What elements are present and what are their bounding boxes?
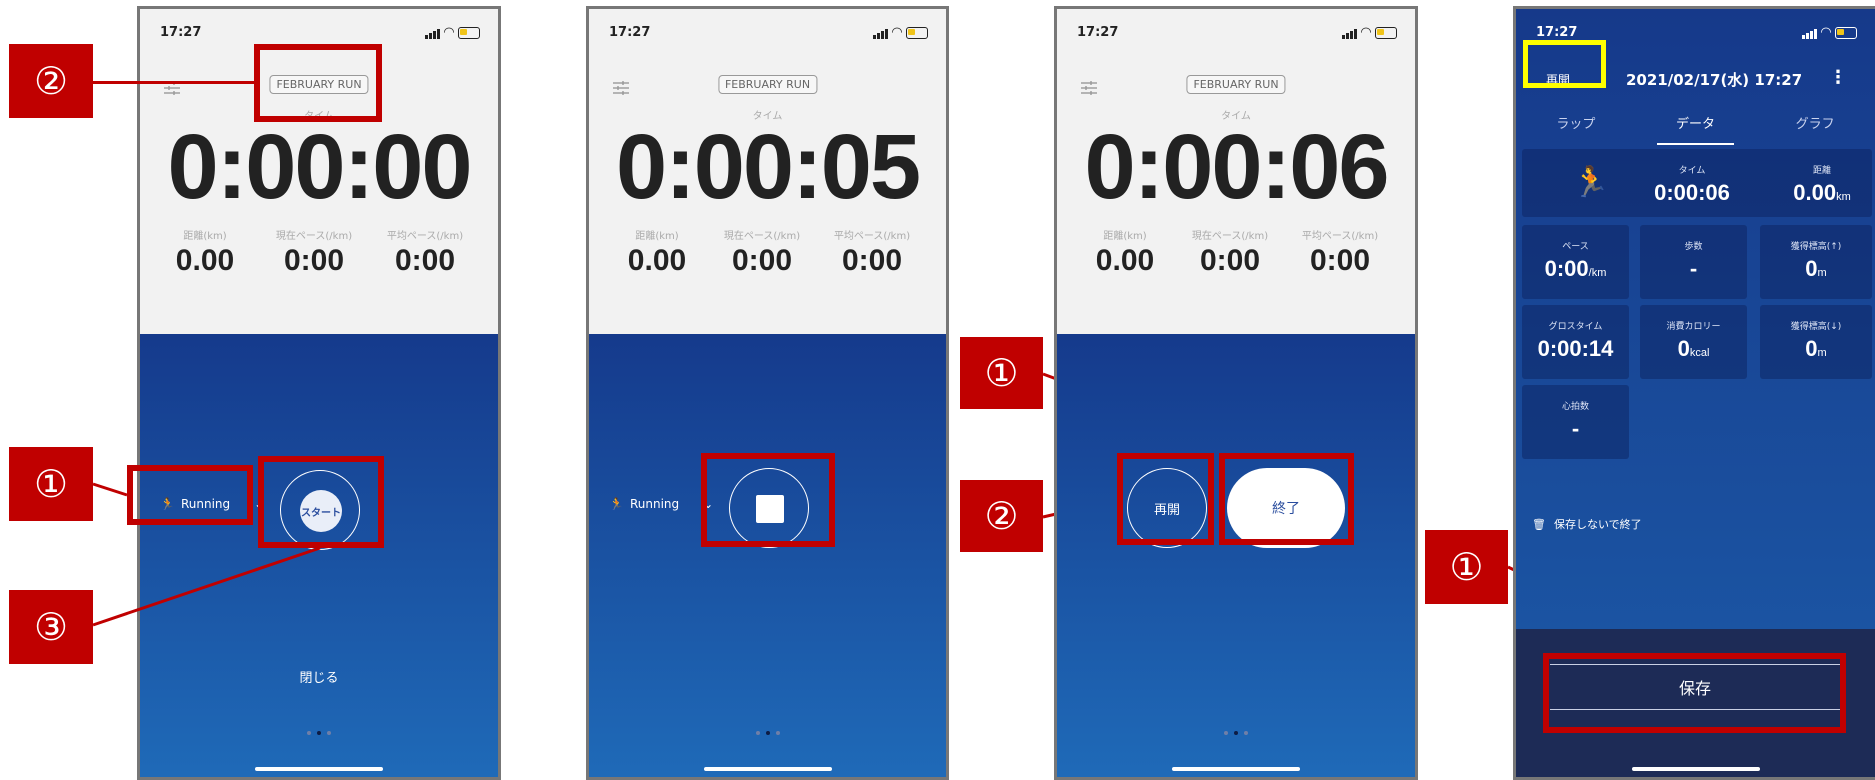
trash-icon: 🗑 xyxy=(1532,517,1546,531)
stat-average-pace: 平均ペース(/km) 0:00 xyxy=(386,231,464,277)
status-bar: 17:27 ◠ xyxy=(609,25,928,45)
stat-card-heart-rate: 心拍数 - xyxy=(1522,385,1629,459)
status-time: 17:27 xyxy=(160,25,202,40)
tab-graph[interactable]: グラフ xyxy=(1755,105,1875,145)
highlight-save xyxy=(1543,653,1846,733)
tab-data[interactable]: データ xyxy=(1636,105,1756,145)
summary-time: 0:00:06 xyxy=(1654,180,1730,205)
phone-screen-1: 17:27 ◠ FEBRUARY RUN タイム 0:00:00 距離(km) 0… xyxy=(137,6,501,780)
stat-current-pace: 現在ペース(/km) 0:00 xyxy=(1191,231,1269,277)
phone-screen-2: 17:27 ◠ FEBRUARY RUN タイム 0:00:05 距離(km) 0… xyxy=(586,6,949,780)
annotation-label: ① xyxy=(1425,530,1508,604)
battery-icon xyxy=(1835,27,1857,39)
highlight-run-tag xyxy=(254,44,382,122)
more-options-icon[interactable]: ⋮ xyxy=(1829,67,1847,88)
status-bar: 17:27 ◠ xyxy=(160,25,480,45)
stat-average-pace: 平均ペース(/km) 0:00 xyxy=(833,231,911,277)
status-time: 17:27 xyxy=(1536,25,1578,40)
stat-average-pace: 平均ペース(/km) 0:00 xyxy=(1301,231,1379,277)
result-tabs: ラップ データ グラフ xyxy=(1516,105,1875,145)
stat-current-pace: 現在ペース(/km) 0:00 xyxy=(723,231,801,277)
signal-icon xyxy=(873,29,888,39)
home-indicator xyxy=(1631,767,1760,771)
stat-card-elevation-gain: 獲得標高(↑) 0m xyxy=(1760,225,1872,299)
page-dots xyxy=(755,731,780,735)
annotation-label: ① xyxy=(960,337,1043,409)
phone-screen-3: 17:27 ◠ FEBRUARY RUN タイム 0:00:06 距離(km) 0… xyxy=(1054,6,1418,780)
highlight-resume xyxy=(1117,453,1214,545)
control-panel xyxy=(140,334,498,777)
battery-icon xyxy=(458,27,480,39)
annotation-label: ② xyxy=(960,480,1043,552)
summary-card: 🏃 タイム 0:00:06 距離 0.00km xyxy=(1522,149,1872,217)
page-dots xyxy=(1224,731,1248,735)
control-panel xyxy=(1057,334,1415,777)
status-time: 17:27 xyxy=(609,25,651,40)
control-panel xyxy=(589,334,946,777)
settings-sliders-icon[interactable] xyxy=(613,81,629,95)
battery-icon xyxy=(1375,27,1397,39)
elapsed-time: 0:00:05 xyxy=(615,116,921,218)
wifi-icon: ◠ xyxy=(444,25,454,40)
wifi-icon: ◠ xyxy=(1361,25,1371,40)
stat-card-calories: 消費カロリー 0kcal xyxy=(1640,305,1747,379)
stat-distance: 距離(km) 0.00 xyxy=(627,231,687,277)
battery-icon xyxy=(906,27,928,39)
highlight-start xyxy=(258,456,384,548)
stat-distance: 距離(km) 0.00 xyxy=(1095,231,1155,277)
stat-card-elevation-loss: 獲得標高(↓) 0m xyxy=(1760,305,1872,379)
wifi-icon: ◠ xyxy=(1821,25,1831,40)
home-indicator xyxy=(1172,767,1300,771)
run-name-tag[interactable]: FEBRUARY RUN xyxy=(1186,75,1286,94)
stat-card-pace: ペース 0:00/km xyxy=(1522,225,1629,299)
run-name-tag[interactable]: FEBRUARY RUN xyxy=(717,75,818,94)
runner-icon: 🏃 xyxy=(609,497,624,511)
signal-icon xyxy=(1342,29,1357,39)
run-datetime: 2021/02/17(水) 17:27 xyxy=(1626,71,1803,89)
annotation-line xyxy=(93,81,255,84)
home-indicator xyxy=(255,767,383,771)
home-indicator xyxy=(703,767,832,771)
highlight-resume-link xyxy=(1523,40,1606,88)
runner-icon: 🏃 xyxy=(1572,165,1610,200)
signal-icon xyxy=(425,29,440,39)
stat-card-gross-time: グロスタイム 0:00:14 xyxy=(1522,305,1629,379)
stat-current-pace: 現在ペース(/km) 0:00 xyxy=(275,231,353,277)
elapsed-time: 0:00:06 xyxy=(1084,116,1389,218)
activity-selector[interactable]: 🏃 Running ⌄ xyxy=(609,497,713,511)
wifi-icon: ◠ xyxy=(892,25,902,40)
tab-laps[interactable]: ラップ xyxy=(1516,105,1636,145)
signal-icon xyxy=(1802,29,1817,39)
page-dots xyxy=(307,731,331,735)
discard-and-exit[interactable]: 🗑 保存しないで終了 xyxy=(1532,516,1642,532)
settings-sliders-icon[interactable] xyxy=(1081,81,1097,95)
annotation-label: ② xyxy=(9,44,93,118)
stat-card-steps: 歩数 - xyxy=(1640,225,1747,299)
annotation-label: ① xyxy=(9,447,93,521)
elapsed-time: 0:00:00 xyxy=(167,116,472,218)
summary-distance: 0.00km xyxy=(1793,180,1851,205)
status-time: 17:27 xyxy=(1077,25,1119,40)
highlight-activity xyxy=(127,465,253,525)
close-link[interactable]: 閉じる xyxy=(140,667,498,686)
annotation-label: ③ xyxy=(9,590,93,664)
status-bar: 17:27 ◠ xyxy=(1077,25,1397,45)
highlight-finish xyxy=(1219,453,1354,545)
stat-distance: 距離(km) 0.00 xyxy=(175,231,235,277)
highlight-stop xyxy=(701,453,835,547)
